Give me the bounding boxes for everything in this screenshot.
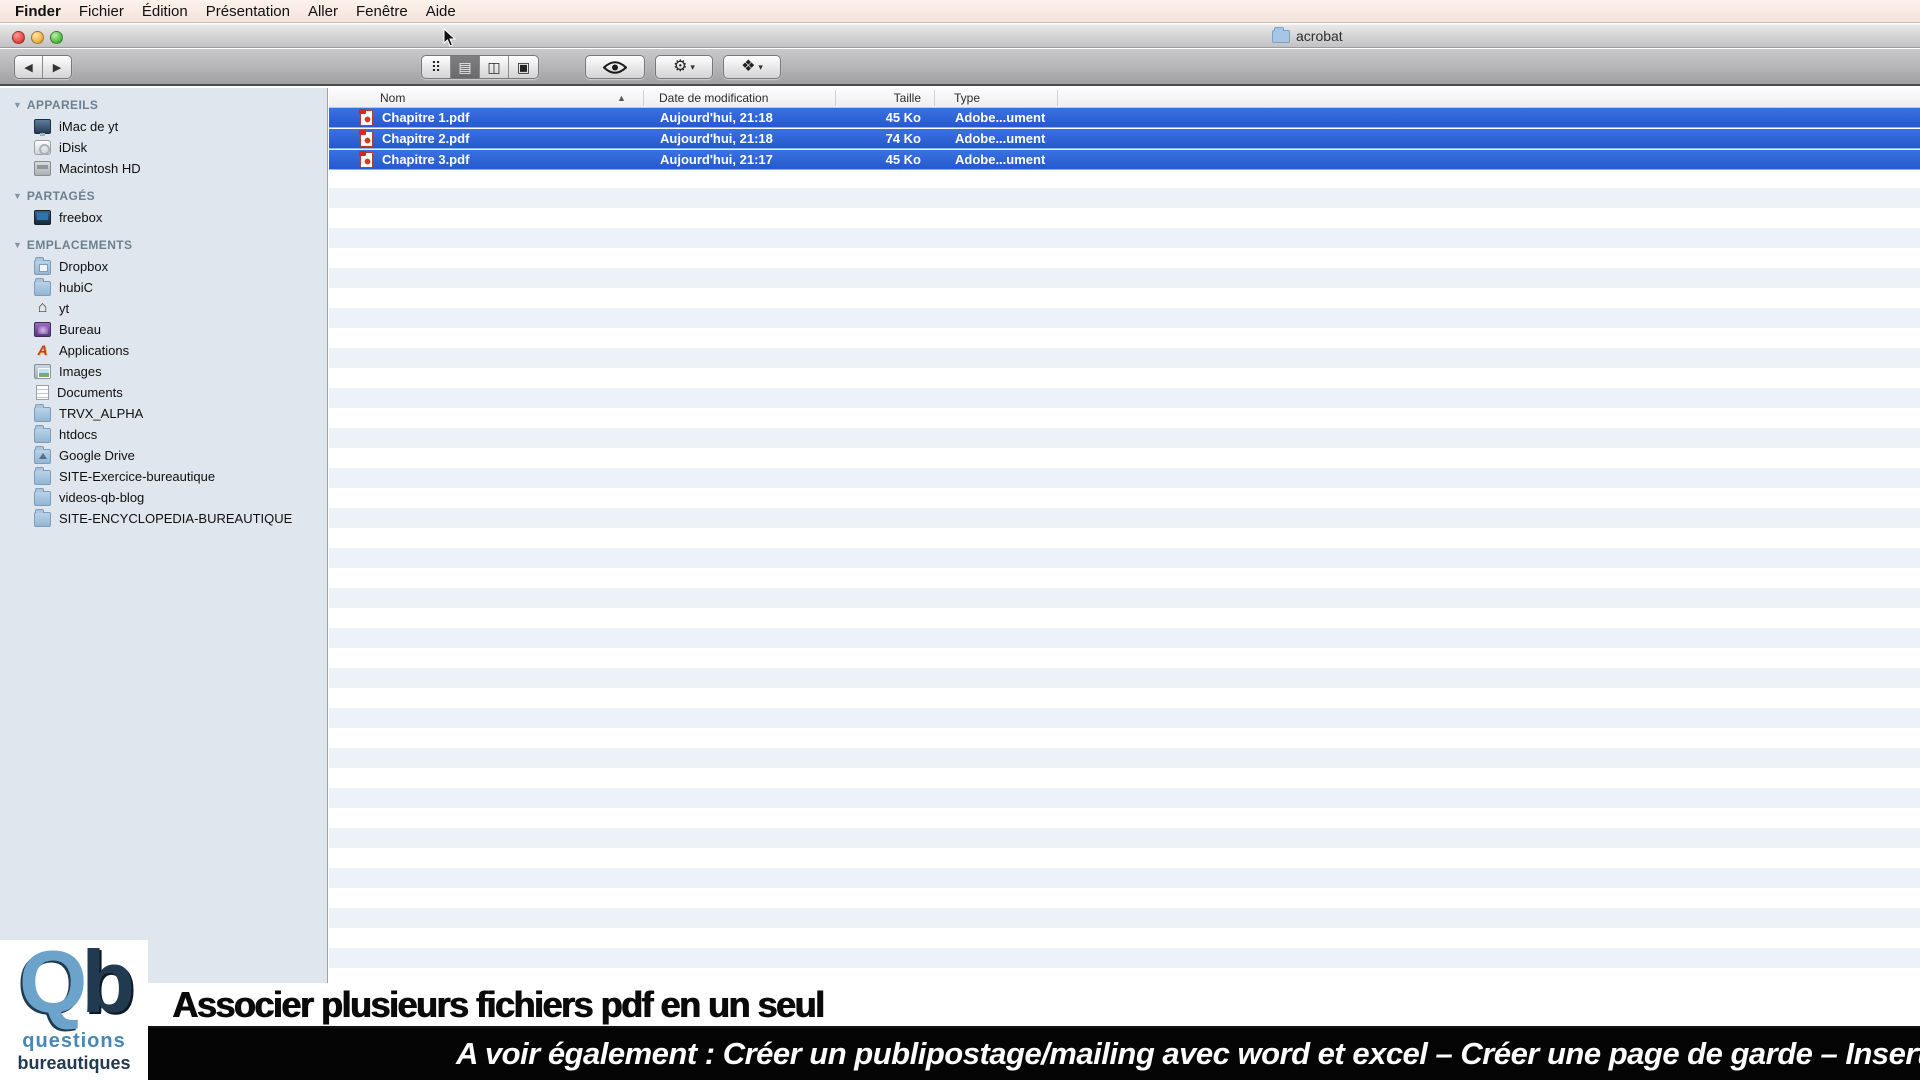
sidebar-item-freebox[interactable]: freebox xyxy=(0,207,327,228)
menu-fichier[interactable]: Fichier xyxy=(70,0,133,23)
menu-finder[interactable]: Finder xyxy=(6,0,70,23)
minimize-button[interactable] xyxy=(31,31,44,44)
mouse-cursor xyxy=(443,28,457,48)
folder-icon xyxy=(34,491,51,506)
menu-edition[interactable]: Édition xyxy=(133,0,197,23)
table-row-chapitre-3[interactable]: Chapitre 3.pdf Aujourd'hui, 21:17 45 Ko … xyxy=(329,150,1920,170)
sidebar-item-macintosh-hd[interactable]: Macintosh HD xyxy=(0,158,327,179)
sidebar-item-dropbox[interactable]: Dropbox xyxy=(0,256,327,277)
column-header-taille[interactable]: Taille xyxy=(829,88,921,108)
close-button[interactable] xyxy=(12,31,25,44)
video-headline-band: Associer plusieurs fichiers pdf en un se… xyxy=(148,983,1920,1028)
action-menu-button[interactable]: ⚙ ▾ xyxy=(655,55,713,79)
coverflow-view-button[interactable]: ▣ xyxy=(509,56,538,78)
sidebar-section-partages[interactable]: ▼ PARTAGÉS xyxy=(0,185,327,207)
file-list-pane: Nom ▲ Date de modification Taille Type C… xyxy=(329,88,1920,1080)
folder-icon xyxy=(34,470,51,485)
folder-icon xyxy=(34,428,51,443)
pdf-file-icon xyxy=(360,131,373,147)
video-headline-text: Associer plusieurs fichiers pdf en un se… xyxy=(148,984,823,1026)
applications-icon: A xyxy=(34,343,51,358)
chevron-down-icon: ▾ xyxy=(758,62,763,73)
chevron-down-icon: ▾ xyxy=(690,62,695,73)
table-row-chapitre-2[interactable]: Chapitre 2.pdf Aujourd'hui, 21:18 74 Ko … xyxy=(329,129,1920,149)
documents-icon xyxy=(36,385,49,400)
list-view-button[interactable]: ▤ xyxy=(451,56,480,78)
pdf-file-icon xyxy=(360,110,373,126)
zoom-button[interactable] xyxy=(50,31,63,44)
folder-icon xyxy=(34,281,51,296)
disclosure-triangle-icon[interactable]: ▼ xyxy=(13,240,22,250)
sidebar-section-emplacements[interactable]: ▼ EMPLACEMENTS xyxy=(0,234,327,256)
dropbox-icon: ❖ xyxy=(741,59,755,75)
gear-icon: ⚙ xyxy=(673,59,687,75)
logo-word-bureautiques: bureautiques xyxy=(0,1053,148,1074)
sidebar-section-appareils[interactable]: ▼ APPAREILS xyxy=(0,94,327,116)
sidebar-item-yt-home[interactable]: ⌂ yt xyxy=(0,298,327,319)
folder-icon xyxy=(34,407,51,422)
sidebar-item-google-drive[interactable]: Google Drive xyxy=(0,445,327,466)
list-column-headers: Nom ▲ Date de modification Taille Type xyxy=(329,88,1920,108)
logo-word-questions: questions xyxy=(0,1030,148,1053)
column-header-type[interactable]: Type xyxy=(954,88,980,108)
hard-drive-icon xyxy=(34,161,51,176)
images-icon xyxy=(34,364,51,379)
home-icon: ⌂ xyxy=(34,301,51,316)
sidebar-item-trvx-alpha[interactable]: TRVX_ALPHA xyxy=(0,403,327,424)
qb-logo: Qb questions bureautiques xyxy=(0,940,148,1080)
video-ticker-text: A voir également : Créer un publipostage… xyxy=(148,1036,1920,1072)
menu-aide[interactable]: Aide xyxy=(417,0,465,23)
eye-icon xyxy=(603,61,627,74)
desktop-icon xyxy=(34,322,51,337)
file-rows-area[interactable]: Chapitre 1.pdf Aujourd'hui, 21:18 45 Ko … xyxy=(329,108,1920,1080)
dropbox-folder-icon xyxy=(34,260,51,275)
sidebar-item-site-exercice[interactable]: SITE-Exercice-bureautique xyxy=(0,466,327,487)
menu-presentation[interactable]: Présentation xyxy=(197,0,299,23)
window-title-bar[interactable]: acrobat xyxy=(0,24,1920,48)
menu-bar: Finder Fichier Édition Présentation Alle… xyxy=(0,0,1920,23)
icon-view-button[interactable]: ⠿ xyxy=(422,56,451,78)
quick-look-button[interactable] xyxy=(585,55,645,79)
column-header-nom[interactable]: Nom xyxy=(380,88,405,108)
window-title-text: acrobat xyxy=(1296,28,1343,44)
imac-icon xyxy=(34,119,51,134)
sidebar-item-videos-qb-blog[interactable]: videos-qb-blog xyxy=(0,487,327,508)
sidebar-item-applications[interactable]: A Applications xyxy=(0,340,327,361)
back-button[interactable]: ◀ xyxy=(15,56,43,78)
window-title: acrobat xyxy=(1272,28,1343,44)
video-ticker-band: A voir également : Créer un publipostage… xyxy=(148,1028,1920,1080)
disclosure-triangle-icon[interactable]: ▼ xyxy=(13,100,22,110)
toolbar: ◀ ▶ ⠿ ▤ ◫ ▣ ⚙ ▾ ❖ ▾ xyxy=(0,49,1920,86)
menu-fenetre[interactable]: Fenêtre xyxy=(347,0,417,23)
navigation-buttons: ◀ ▶ xyxy=(14,55,72,79)
idisk-icon xyxy=(34,140,51,155)
shared-display-icon xyxy=(34,210,51,225)
sidebar-item-bureau[interactable]: Bureau xyxy=(0,319,327,340)
pdf-file-icon xyxy=(360,152,373,168)
folder-icon xyxy=(34,512,51,527)
column-view-button[interactable]: ◫ xyxy=(480,56,509,78)
sidebar-item-idisk[interactable]: iDisk xyxy=(0,137,327,158)
sidebar-item-images[interactable]: Images xyxy=(0,361,327,382)
sidebar-item-htdocs[interactable]: htdocs xyxy=(0,424,327,445)
sidebar-item-site-encyclopedia[interactable]: SITE-ENCYCLOPEDIA-BUREAUTIQUE xyxy=(0,508,327,529)
finder-screen: Finder Fichier Édition Présentation Alle… xyxy=(0,0,1920,1080)
folder-proxy-icon xyxy=(1272,30,1290,43)
menu-aller[interactable]: Aller xyxy=(299,0,347,23)
sidebar-item-imac[interactable]: iMac de yt xyxy=(0,116,327,137)
column-header-date[interactable]: Date de modification xyxy=(659,88,768,108)
sidebar-item-documents[interactable]: Documents xyxy=(0,382,327,403)
qb-logo-letters: Qb xyxy=(0,942,148,1022)
google-drive-folder-icon xyxy=(34,449,51,464)
column-divider[interactable] xyxy=(643,90,644,106)
forward-button[interactable]: ▶ xyxy=(43,56,71,78)
column-divider[interactable] xyxy=(1057,90,1058,106)
column-divider[interactable] xyxy=(934,90,935,106)
sort-ascending-icon: ▲ xyxy=(617,88,626,108)
table-row-chapitre-1[interactable]: Chapitre 1.pdf Aujourd'hui, 21:18 45 Ko … xyxy=(329,108,1920,128)
disclosure-triangle-icon[interactable]: ▼ xyxy=(13,191,22,201)
sidebar-item-hubic[interactable]: hubiC xyxy=(0,277,327,298)
view-mode-control: ⠿ ▤ ◫ ▣ xyxy=(421,55,539,79)
dropbox-menu-button[interactable]: ❖ ▾ xyxy=(723,55,781,79)
